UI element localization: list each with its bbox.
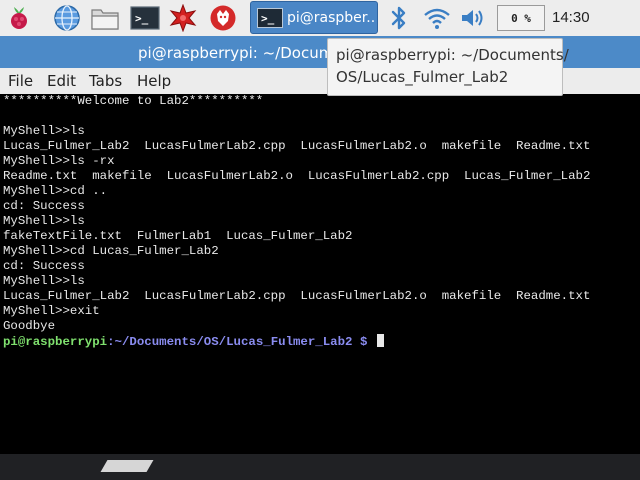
desktop-background bbox=[0, 454, 640, 480]
terminal-output[interactable]: **********Welcome to Lab2********** MySh… bbox=[0, 94, 640, 454]
wolfram-icon[interactable] bbox=[208, 3, 238, 33]
shell-prompt: pi@raspberrypi:~/Documents/OS/Lucas_Fulm… bbox=[3, 334, 384, 350]
terminal-line: Lucas_Fulmer_Lab2 LucasFulmerLab2.cpp Lu… bbox=[3, 289, 591, 303]
menu-tabs[interactable]: Tabs bbox=[89, 72, 122, 90]
volume-icon[interactable] bbox=[458, 3, 488, 33]
terminal-line: MyShell>>ls bbox=[3, 274, 85, 288]
terminal-icon[interactable]: >_ bbox=[130, 3, 160, 33]
prompt-dollar: $ bbox=[359, 335, 368, 349]
text-cursor bbox=[376, 334, 384, 347]
tooltip-line-2: OS/Lucas_Fulmer_Lab2 bbox=[336, 68, 509, 86]
menu-file[interactable]: File bbox=[8, 72, 33, 90]
prompt-user: pi@raspberrypi bbox=[3, 335, 108, 349]
terminal-task-button[interactable]: >_ pi@raspber... bbox=[250, 1, 378, 34]
raspberry-menu-icon[interactable] bbox=[4, 3, 34, 33]
terminal-line: MyShell>>exit bbox=[3, 304, 100, 318]
wifi-icon[interactable] bbox=[422, 3, 452, 33]
mathematica-icon[interactable] bbox=[168, 3, 198, 33]
terminal-line: MyShell>>cd Lucas_Fulmer_Lab2 bbox=[3, 244, 219, 258]
prompt-separator: : bbox=[107, 335, 115, 349]
terminal-icon: >_ bbox=[257, 8, 283, 28]
terminal-line: Lucas_Fulmer_Lab2 LucasFulmerLab2.cpp Lu… bbox=[3, 139, 591, 153]
bluetooth-icon[interactable] bbox=[384, 3, 414, 33]
wallpaper-road-marking bbox=[100, 460, 154, 472]
terminal-line: MyShell>>ls -rx bbox=[3, 154, 115, 168]
web-browser-icon[interactable] bbox=[52, 3, 82, 33]
task-button-label: pi@raspber... bbox=[287, 10, 375, 26]
terminal-window: pi@raspberrypi: ~/Documents/OS/Lucas_Ful… bbox=[0, 36, 640, 454]
terminal-line: fakeTextFile.txt FulmerLab1 Lucas_Fulmer… bbox=[3, 229, 353, 243]
terminal-line: cd: Success bbox=[3, 259, 85, 273]
clock[interactable]: 14:30 bbox=[552, 9, 590, 26]
terminal-line: Goodbye bbox=[3, 319, 56, 333]
terminal-line: MyShell>>ls bbox=[3, 124, 85, 138]
tooltip-line-1: pi@raspberrypi: ~/Documents/ bbox=[336, 46, 569, 64]
window-title-tooltip: pi@raspberrypi: ~/Documents/ OS/Lucas_Fu… bbox=[327, 38, 569, 96]
menu-edit[interactable]: Edit bbox=[47, 72, 76, 90]
terminal-line: MyShell>>ls bbox=[3, 214, 85, 228]
svg-text:>_: >_ bbox=[135, 12, 149, 25]
terminal-line: Readme.txt makefile LucasFulmerLab2.o Lu… bbox=[3, 169, 591, 183]
menu-help[interactable]: Help bbox=[137, 72, 171, 90]
taskbar: >_ >_ pi@raspber... 0 % 14:30 bbox=[0, 0, 640, 37]
terminal-line: **********Welcome to Lab2********** bbox=[3, 94, 264, 108]
cpu-monitor[interactable]: 0 % bbox=[497, 5, 545, 31]
prompt-path: ~/Documents/OS/Lucas_Fulmer_Lab2 bbox=[114, 335, 353, 349]
terminal-line: cd: Success bbox=[3, 199, 85, 213]
file-manager-icon[interactable] bbox=[90, 3, 120, 33]
terminal-line: MyShell>>cd .. bbox=[3, 184, 108, 198]
